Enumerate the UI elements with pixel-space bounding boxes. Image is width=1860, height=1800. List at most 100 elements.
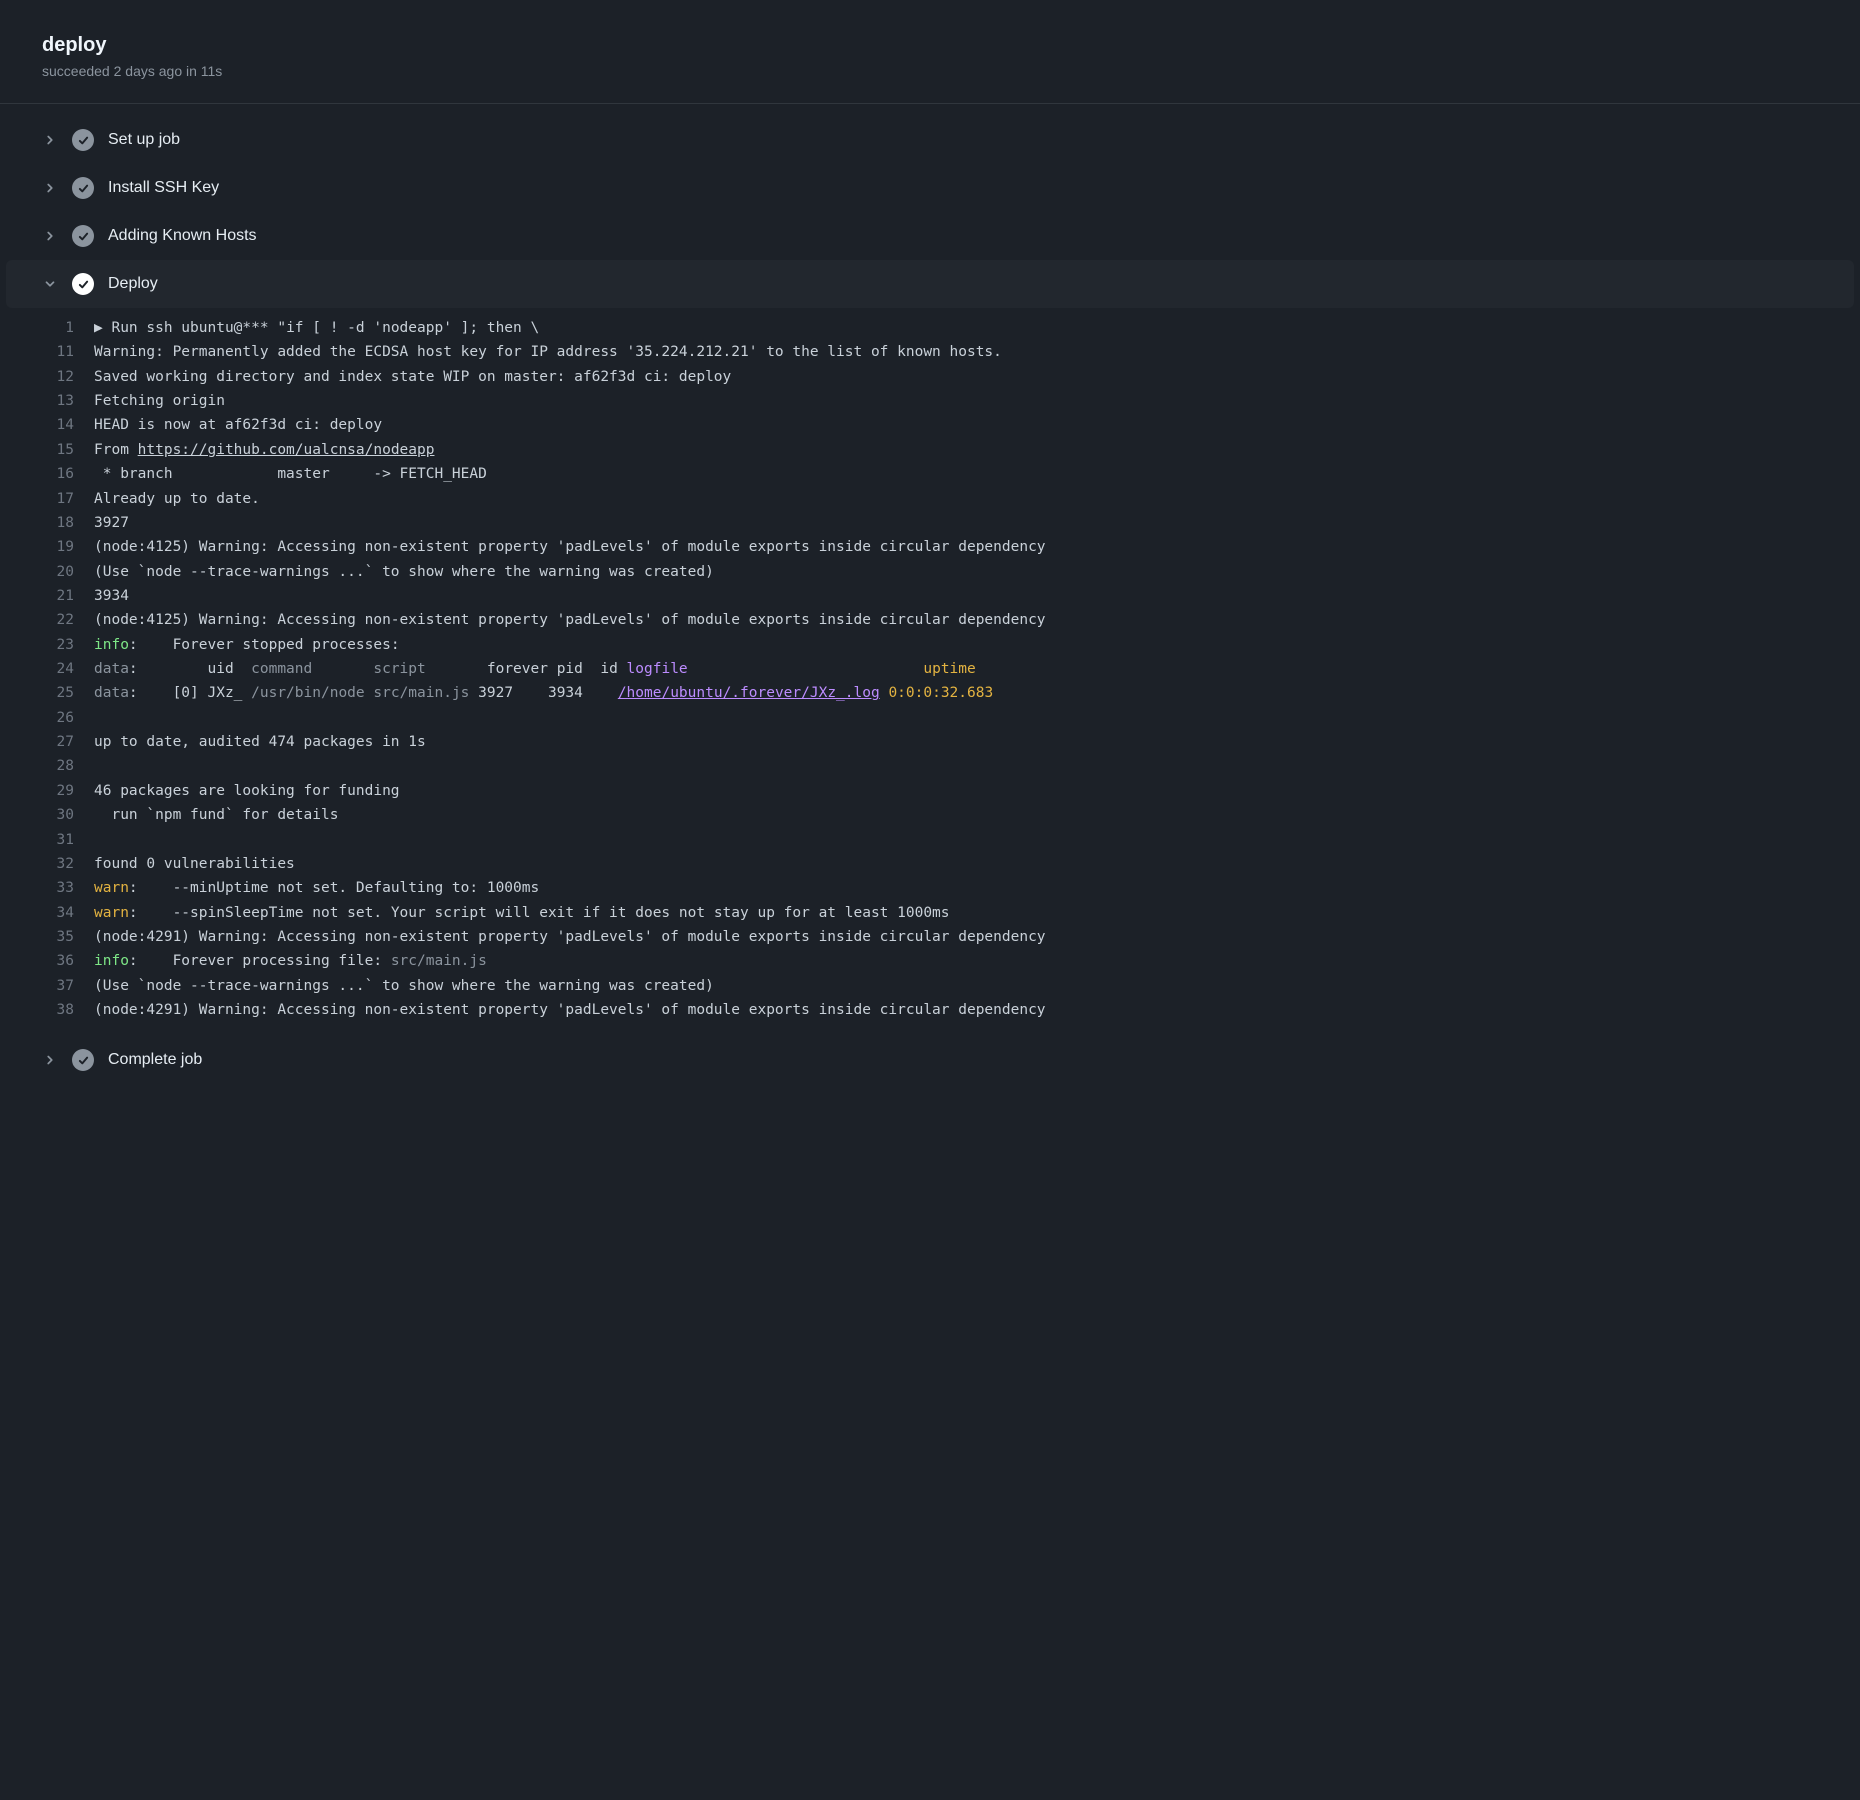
line-number: 20: [20, 560, 94, 584]
line-content: 46 packages are looking for funding: [94, 779, 400, 803]
log-line: 16 * branch master -> FETCH_HEAD: [0, 462, 1860, 486]
log-line: 22(node:4125) Warning: Accessing non-exi…: [0, 608, 1860, 632]
line-content: (node:4125) Warning: Accessing non-exist…: [94, 608, 1046, 632]
step-title: Adding Known Hosts: [108, 227, 257, 245]
line-number: 25: [20, 681, 94, 705]
log-line: 15From https://github.com/ualcnsa/nodeap…: [0, 438, 1860, 462]
line-number: 21: [20, 584, 94, 608]
line-content: data: uid command script forever pid id …: [94, 657, 976, 681]
line-content: From https://github.com/ualcnsa/nodeapp: [94, 438, 434, 462]
log-line: 12Saved working directory and index stat…: [0, 365, 1860, 389]
log-line: 31: [0, 828, 1860, 852]
log-line: 34warn: --spinSleepTime not set. Your sc…: [0, 901, 1860, 925]
line-content: ▶ Run ssh ubuntu@*** "if [ ! -d 'nodeapp…: [94, 316, 539, 340]
line-number: 27: [20, 730, 94, 754]
line-number: 33: [20, 876, 94, 900]
line-number: 38: [20, 998, 94, 1022]
line-content: (Use `node --trace-warnings ...` to show…: [94, 974, 714, 998]
log-line: 183927: [0, 511, 1860, 535]
line-number: 1: [20, 316, 94, 340]
line-content: up to date, audited 474 packages in 1s: [94, 730, 426, 754]
line-content: Warning: Permanently added the ECDSA hos…: [94, 340, 1002, 364]
line-content: Saved working directory and index state …: [94, 365, 731, 389]
log-line: 35(node:4291) Warning: Accessing non-exi…: [0, 925, 1860, 949]
deploy-log: 1▶ Run ssh ubuntu@*** "if [ ! -d 'nodeap…: [0, 308, 1860, 1036]
chevron-down-icon: [42, 276, 58, 292]
chevron-right-icon: [42, 180, 58, 196]
line-number: 28: [20, 754, 94, 778]
log-line: 33warn: --minUptime not set. Defaulting …: [0, 876, 1860, 900]
line-number: 37: [20, 974, 94, 998]
line-content: warn: --spinSleepTime not set. Your scri…: [94, 901, 950, 925]
step-title: Set up job: [108, 131, 180, 149]
log-line: 27up to date, audited 474 packages in 1s: [0, 730, 1860, 754]
log-line: 37(Use `node --trace-warnings ...` to sh…: [0, 974, 1860, 998]
log-line: 20(Use `node --trace-warnings ...` to sh…: [0, 560, 1860, 584]
line-number: 29: [20, 779, 94, 803]
line-content: (node:4125) Warning: Accessing non-exist…: [94, 535, 1046, 559]
log-line: 32found 0 vulnerabilities: [0, 852, 1860, 876]
job-subtitle: succeeded 2 days ago in 11s: [42, 63, 1818, 79]
line-number: 18: [20, 511, 94, 535]
line-number: 32: [20, 852, 94, 876]
log-line: 28: [0, 754, 1860, 778]
line-number: 26: [20, 706, 94, 730]
line-content: info: Forever stopped processes:: [94, 633, 400, 657]
step-row-setup[interactable]: Set up job: [0, 116, 1860, 164]
step-row-complete[interactable]: Complete job: [0, 1036, 1860, 1084]
log-line: 38(node:4291) Warning: Accessing non-exi…: [0, 998, 1860, 1022]
log-line: 30 run `npm fund` for details: [0, 803, 1860, 827]
line-number: 31: [20, 828, 94, 852]
line-number: 15: [20, 438, 94, 462]
chevron-right-icon: [42, 228, 58, 244]
line-content: (node:4291) Warning: Accessing non-exist…: [94, 925, 1046, 949]
log-line: 17Already up to date.: [0, 487, 1860, 511]
log-line: 19(node:4125) Warning: Accessing non-exi…: [0, 535, 1860, 559]
line-content: Fetching origin: [94, 389, 225, 413]
step-row-deploy[interactable]: Deploy: [6, 260, 1854, 308]
line-content: 3934: [94, 584, 129, 608]
status-success-icon: [72, 1049, 94, 1071]
log-line: 213934: [0, 584, 1860, 608]
line-number: 11: [20, 340, 94, 364]
step-title: Deploy: [108, 275, 158, 293]
line-content: * branch master -> FETCH_HEAD: [94, 462, 487, 486]
line-content: run `npm fund` for details: [94, 803, 338, 827]
line-number: 12: [20, 365, 94, 389]
line-content: (Use `node --trace-warnings ...` to show…: [94, 560, 714, 584]
line-content: (node:4291) Warning: Accessing non-exist…: [94, 998, 1046, 1022]
status-success-icon: [72, 129, 94, 151]
log-line: 26: [0, 706, 1860, 730]
line-content: data: [0] JXz_ /usr/bin/node src/main.js…: [94, 681, 993, 705]
job-title: deploy: [42, 34, 1818, 57]
line-number: 17: [20, 487, 94, 511]
line-content: found 0 vulnerabilities: [94, 852, 295, 876]
line-number: 34: [20, 901, 94, 925]
log-line: 36info: Forever processing file: src/mai…: [0, 949, 1860, 973]
chevron-right-icon: [42, 132, 58, 148]
step-row-sshkey[interactable]: Install SSH Key: [0, 164, 1860, 212]
log-line: 23info: Forever stopped processes:: [0, 633, 1860, 657]
log-line: 11Warning: Permanently added the ECDSA h…: [0, 340, 1860, 364]
log-line: 25data: [0] JXz_ /usr/bin/node src/main.…: [0, 681, 1860, 705]
step-title: Install SSH Key: [108, 179, 219, 197]
repo-link[interactable]: https://github.com/ualcnsa/nodeapp: [138, 442, 435, 458]
log-line: 14HEAD is now at af62f3d ci: deploy: [0, 413, 1860, 437]
status-success-icon: [72, 177, 94, 199]
line-content: info: Forever processing file: src/main.…: [94, 949, 487, 973]
log-line: 13Fetching origin: [0, 389, 1860, 413]
steps-list: Set up job Install SSH Key Adding Known Ho…: [0, 104, 1860, 1104]
status-success-icon: [72, 225, 94, 247]
step-row-known[interactable]: Adding Known Hosts: [0, 212, 1860, 260]
line-number: 24: [20, 657, 94, 681]
line-number: 36: [20, 949, 94, 973]
line-number: 13: [20, 389, 94, 413]
line-number: 22: [20, 608, 94, 632]
line-number: 35: [20, 925, 94, 949]
line-content: 3927: [94, 511, 129, 535]
line-content: Already up to date.: [94, 487, 260, 511]
line-content: warn: --minUptime not set. Defaulting to…: [94, 876, 539, 900]
step-title: Complete job: [108, 1051, 202, 1069]
log-line: 24data: uid command script forever pid i…: [0, 657, 1860, 681]
line-content: HEAD is now at af62f3d ci: deploy: [94, 413, 382, 437]
